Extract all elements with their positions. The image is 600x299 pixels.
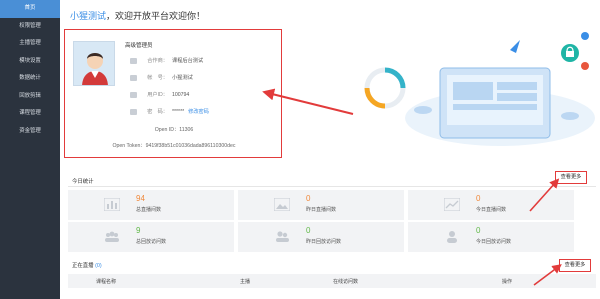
today-stats-title: 今日统计	[72, 179, 94, 185]
page-root: 首页 权限管理 主播管理 模块设置 数据统计 回放剪辑 课程管理 资金管理 小猩…	[0, 0, 600, 299]
lock-icon	[130, 108, 137, 115]
profile-role-title: 高级管理员	[125, 43, 153, 49]
stat-label: 今日回放访问数	[476, 239, 512, 245]
stat-label: 总回放访问数	[136, 239, 167, 245]
line-chart-icon	[444, 198, 460, 211]
welcome-text: ，欢迎开放平台欢迎你！	[106, 11, 206, 21]
stat-card-today-replay-visits: 0 今日回放访问数	[408, 222, 574, 252]
stat-label: 昨日直播间数	[306, 207, 337, 213]
section-divider	[68, 186, 596, 187]
avatar	[73, 41, 115, 86]
profile-value: 100794	[172, 92, 190, 98]
sidebar-item-home[interactable]: 首页	[0, 0, 60, 18]
column-header-actions: 操作	[502, 278, 513, 285]
stat-card-yesterday-rooms: 0 昨日直播间数	[238, 190, 404, 220]
live-table-header: 课程名称 主播 在线访问数 操作	[68, 274, 596, 288]
stat-value: 0	[476, 194, 481, 203]
sidebar: 首页 权限管理 主播管理 模块设置 数据统计 回放剪辑 课程管理 资金管理	[0, 0, 60, 299]
sidebar-item-statistics[interactable]: 数据统计	[0, 70, 60, 88]
sidebar-item-funds[interactable]: 资金管理	[0, 123, 60, 141]
id-icon	[130, 91, 137, 98]
profile-row-password: 密 码： ****** 修改密码	[130, 108, 209, 115]
stat-value: 0	[476, 226, 481, 235]
stat-label: 昨日回放访问数	[306, 239, 342, 245]
open-token: Open Token：9419f38b51c01036dada896110300…	[112, 143, 236, 149]
profile-card: 高级管理员 合作商： 课程后台测试 帐 号： 小猩测试 用户ID： 100794 密 …	[64, 29, 282, 158]
people-icon	[105, 231, 119, 242]
column-header-online-visits: 在线访问数	[333, 278, 359, 285]
sidebar-item-modules[interactable]: 模块设置	[0, 53, 60, 71]
welcome-message: 小猩测试，欢迎开放平台欢迎你！	[70, 9, 205, 22]
stat-label: 总直播间数	[136, 207, 162, 213]
change-password-link[interactable]: 修改密码	[188, 109, 209, 115]
dashboard-illustration	[364, 32, 595, 146]
live-more-button[interactable]: 查看更多	[559, 259, 591, 272]
profile-row-partner: 合作商： 课程后台测试	[130, 57, 203, 64]
person-icon	[447, 231, 457, 243]
stat-value: 0	[306, 194, 311, 203]
profile-label: 密 码：	[147, 109, 168, 115]
stat-value: 94	[136, 194, 145, 203]
stat-card-total-replay-visits: 9 总回放访问数	[68, 222, 234, 252]
open-id: Open ID：11306	[154, 127, 194, 133]
company-icon	[130, 57, 137, 64]
profile-value: ******	[172, 109, 185, 115]
sidebar-item-permissions[interactable]: 权限管理	[0, 18, 60, 36]
stat-value: 0	[306, 226, 311, 235]
column-header-course: 课程名称	[96, 278, 117, 285]
live-now-count: (0)	[95, 263, 102, 269]
user-icon	[130, 74, 137, 81]
sidebar-item-anchors[interactable]: 主播管理	[0, 35, 60, 53]
live-now-title: 正在直播 (0)	[72, 261, 102, 269]
stat-card-yesterday-replay-visits: 0 昨日回放访问数	[238, 222, 404, 252]
profile-label: 帐 号：	[147, 75, 168, 81]
live-now-label: 正在直播	[72, 263, 94, 269]
profile-label: 用户ID：	[147, 92, 168, 98]
stat-card-total-rooms: 94 总直播间数	[68, 190, 234, 220]
stat-label: 今日直播间数	[476, 207, 507, 213]
stat-value: 9	[136, 226, 141, 235]
profile-row-account: 帐 号： 小猩测试	[130, 74, 193, 81]
sidebar-item-replay-edit[interactable]: 回放剪辑	[0, 88, 60, 106]
profile-row-user-id: 用户ID： 100794	[130, 91, 189, 98]
welcome-username: 小猩测试	[70, 11, 107, 21]
profile-value: 小猩测试	[172, 75, 193, 81]
column-header-anchor: 主播	[240, 278, 251, 285]
profile-label: 合作商：	[147, 58, 168, 64]
stat-card-today-rooms: 0 今日直播间数	[408, 190, 574, 220]
sidebar-item-courses[interactable]: 课程管理	[0, 105, 60, 123]
users-icon	[276, 231, 289, 242]
image-icon	[274, 198, 290, 211]
bar-chart-icon	[104, 198, 120, 211]
profile-value: 课程后台测试	[172, 58, 204, 64]
today-stats-more-button[interactable]: 查看更多	[555, 171, 587, 184]
